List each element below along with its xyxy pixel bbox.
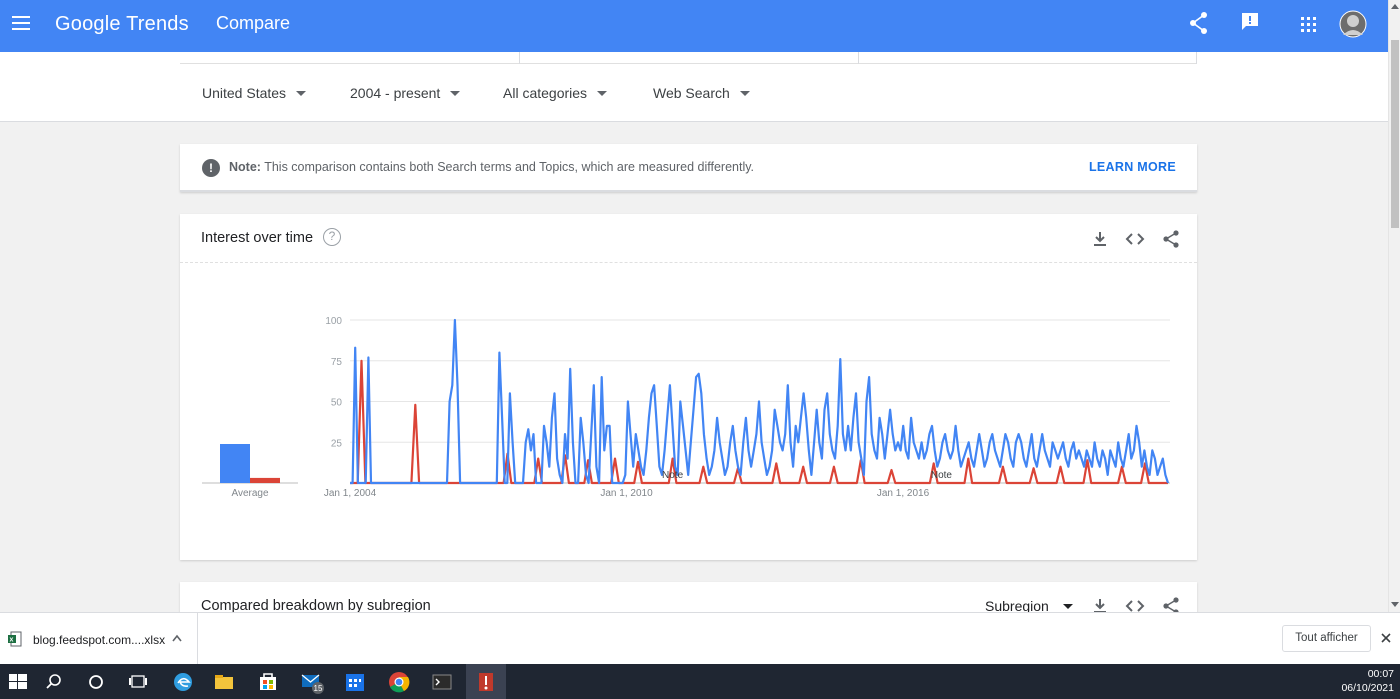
download-file-name: blog.feedspot.com....xlsx (33, 633, 166, 647)
caret-down-icon (296, 91, 307, 96)
y-tick-label: 25 (331, 438, 343, 449)
edge-browser-icon[interactable] (171, 670, 195, 694)
average-bar (250, 477, 280, 483)
caret-down-icon (739, 91, 750, 96)
app-icon (479, 673, 493, 691)
close-icon[interactable] (1381, 633, 1391, 643)
share-icon[interactable] (1188, 10, 1210, 36)
term-divider (858, 52, 859, 64)
mail-icon[interactable]: 15 (300, 670, 324, 694)
period-label: 2004 - present (350, 85, 441, 101)
show-all-button[interactable]: Tout afficher (1282, 625, 1371, 652)
region-label: United States (202, 85, 287, 101)
period-dropdown[interactable]: 2004 - present (350, 85, 461, 101)
system-clock[interactable]: 00:07 06/10/2021 (1341, 667, 1394, 695)
y-tick-label: 75 (331, 357, 343, 368)
chrome-icon[interactable] (387, 670, 411, 694)
page-title: Compare (216, 13, 291, 33)
region-dropdown[interactable]: United States (202, 85, 307, 101)
active-app-highlight[interactable] (466, 664, 506, 699)
note-marker: Note (662, 470, 684, 481)
clock-time: 00:07 (1367, 668, 1394, 680)
x-tick-label: Jan 1, 2016 (877, 488, 930, 499)
page-scrollbar[interactable] (1388, 0, 1400, 612)
terminal-icon[interactable] (430, 670, 454, 694)
task-view-icon[interactable] (126, 670, 150, 694)
mail-badge: 15 (314, 684, 323, 693)
note-marker: Note (931, 470, 953, 481)
chevron-up-icon[interactable] (172, 634, 182, 642)
term-divider (1196, 52, 1197, 64)
average-label: Average (231, 488, 269, 499)
app-logo[interactable]: Google Trends (55, 13, 189, 36)
interest-over-time-card: Interest over time ? Average 100 75 50 25 Ja… (180, 214, 1197, 560)
y-tick-label: 100 (325, 316, 342, 327)
search-icon[interactable] (42, 670, 66, 694)
search-term-strip (180, 52, 1197, 64)
downloads-bar: x blog.feedspot.com....xlsx Tout affiche… (0, 612, 1400, 665)
average-bar (220, 444, 250, 483)
menu-icon[interactable] (12, 16, 30, 30)
feedback-icon[interactable] (1240, 10, 1260, 36)
apps-icon[interactable] (1300, 16, 1318, 34)
taskbar: 15 00:07 06/10/2021 (0, 664, 1400, 699)
windows-start-icon[interactable] (6, 670, 30, 694)
comparison-note: ! Note: This comparison contains both Se… (180, 144, 1197, 192)
scrollbar-thumb[interactable] (1391, 40, 1399, 228)
filter-bar: United States 2004 - present All categor… (0, 52, 1388, 122)
download-item[interactable]: x blog.feedspot.com....xlsx (0, 613, 198, 665)
app-header: Google Trends Compare (0, 0, 1388, 52)
note-label: Note: (229, 160, 261, 174)
calendar-icon[interactable] (343, 670, 367, 694)
y-tick-label: 50 (331, 398, 343, 409)
series-line-red (350, 359, 1168, 485)
caret-down-icon (1062, 604, 1073, 609)
store-icon[interactable] (256, 670, 280, 694)
category-label: All categories (503, 85, 588, 101)
x-tick-label: Jan 1, 2010 (600, 488, 653, 499)
search-type-label: Web Search (653, 85, 730, 101)
scroll-up-arrow-icon[interactable] (1391, 4, 1399, 9)
alert-icon: ! (202, 159, 220, 177)
x-tick-label: Jan 1, 2004 (324, 488, 377, 499)
category-dropdown[interactable]: All categories (503, 85, 608, 101)
caret-down-icon (597, 91, 608, 96)
svg-text:x: x (10, 637, 14, 644)
learn-more-link[interactable]: LEARN MORE (1089, 160, 1176, 174)
interest-chart: Average 100 75 50 25 Jan 1, 2004 Jan 1, 2010 J… (202, 316, 1170, 499)
file-explorer-icon[interactable] (212, 670, 236, 694)
cortana-icon[interactable] (84, 670, 108, 694)
note-body: This comparison contains both Search ter… (264, 160, 755, 174)
avatar[interactable] (1339, 10, 1367, 38)
scroll-down-arrow-icon[interactable] (1391, 602, 1399, 607)
caret-down-icon (450, 91, 461, 96)
term-divider (519, 52, 520, 64)
note-text: Note: This comparison contains both Sear… (229, 160, 754, 174)
search-type-dropdown[interactable]: Web Search (653, 85, 750, 101)
excel-file-icon: x (8, 631, 22, 647)
clock-date: 06/10/2021 (1341, 682, 1394, 694)
